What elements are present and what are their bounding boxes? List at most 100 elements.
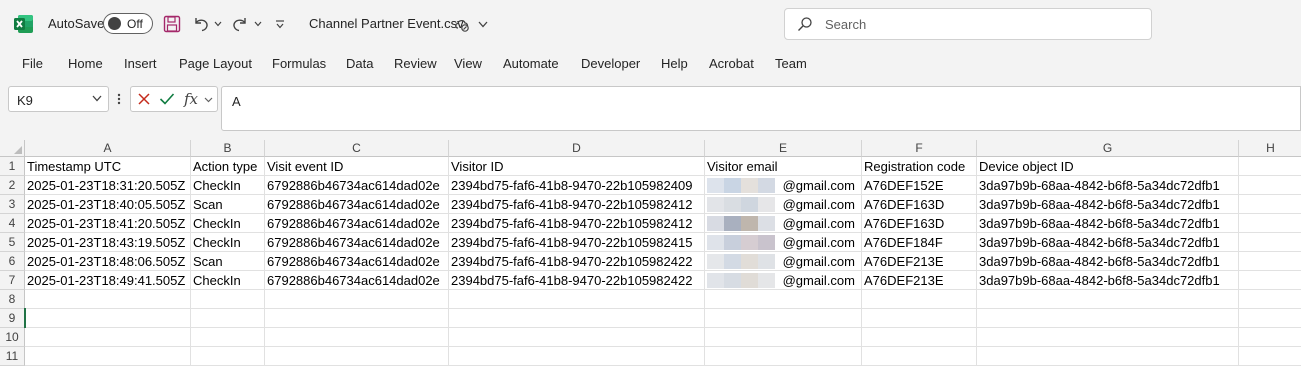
empty-cell[interactable]: [449, 290, 705, 309]
empty-cell[interactable]: [191, 328, 265, 347]
empty-cell[interactable]: [191, 290, 265, 309]
header-cell[interactable]: Registration code: [862, 157, 977, 176]
table-cell[interactable]: 2025-01-23T18:41:20.505Z: [25, 214, 191, 233]
table-cell[interactable]: 6792886b46734ac614dad02e: [265, 214, 449, 233]
tab-home[interactable]: Home: [68, 56, 103, 71]
search-box[interactable]: [784, 8, 1152, 40]
row-header[interactable]: 3: [0, 195, 25, 214]
header-cell[interactable]: Visit event ID: [265, 157, 449, 176]
empty-cell[interactable]: [191, 309, 265, 328]
empty-cell[interactable]: [449, 347, 705, 366]
table-cell[interactable]: 3da97b9b-68aa-4842-b6f8-5a34dc72dfb1: [977, 176, 1239, 195]
undo-dropdown-icon[interactable]: [214, 12, 222, 36]
table-cell[interactable]: Scan: [191, 195, 265, 214]
tab-help[interactable]: Help: [661, 56, 688, 71]
empty-cell[interactable]: [1239, 233, 1301, 252]
worksheet-grid[interactable]: A B C D E F G H 1 Timestamp UTC Action type Visit e…: [0, 140, 1301, 372]
empty-cell[interactable]: [265, 309, 449, 328]
tab-review[interactable]: Review: [394, 56, 437, 71]
tab-formulas[interactable]: Formulas: [272, 56, 326, 71]
header-cell[interactable]: Timestamp UTC: [25, 157, 191, 176]
table-cell[interactable]: 6792886b46734ac614dad02e: [265, 252, 449, 271]
table-cell[interactable]: 6792886b46734ac614dad02e: [265, 271, 449, 290]
empty-cell[interactable]: [1239, 214, 1301, 233]
empty-cell[interactable]: [705, 290, 862, 309]
column-header-a[interactable]: A: [25, 140, 191, 157]
row-header[interactable]: 7: [0, 271, 25, 290]
empty-cell[interactable]: [862, 290, 977, 309]
column-header-d[interactable]: D: [449, 140, 705, 157]
empty-cell[interactable]: [191, 347, 265, 366]
table-cell[interactable]: 2394bd75-faf6-41b8-9470-22b105982415: [449, 233, 705, 252]
table-cell[interactable]: 2025-01-23T18:49:41.505Z: [25, 271, 191, 290]
select-all-button[interactable]: [0, 140, 25, 157]
empty-cell[interactable]: [25, 347, 191, 366]
header-cell[interactable]: Visitor email: [705, 157, 862, 176]
empty-cell[interactable]: [1239, 309, 1301, 328]
empty-cell[interactable]: [265, 290, 449, 309]
table-cell[interactable]: 2025-01-23T18:40:05.505Z: [25, 195, 191, 214]
empty-cell[interactable]: [1239, 290, 1301, 309]
empty-cell[interactable]: [977, 290, 1239, 309]
column-header-b[interactable]: B: [191, 140, 265, 157]
table-cell[interactable]: @gmail.com: [705, 176, 862, 195]
empty-cell[interactable]: [1239, 157, 1301, 176]
title-dropdown-icon[interactable]: [478, 12, 488, 36]
table-cell[interactable]: @gmail.com: [705, 271, 862, 290]
table-cell[interactable]: 2394bd75-faf6-41b8-9470-22b105982422: [449, 252, 705, 271]
tab-team[interactable]: Team: [775, 56, 807, 71]
fx-dropdown-icon[interactable]: [204, 97, 213, 103]
tab-page-layout[interactable]: Page Layout: [179, 56, 252, 71]
empty-cell[interactable]: [705, 328, 862, 347]
table-cell[interactable]: A76DEF184F: [862, 233, 977, 252]
header-cell[interactable]: Device object ID: [977, 157, 1239, 176]
table-cell[interactable]: 2394bd75-faf6-41b8-9470-22b105982409: [449, 176, 705, 195]
empty-cell[interactable]: [862, 328, 977, 347]
empty-cell[interactable]: [977, 347, 1239, 366]
tab-file[interactable]: File: [22, 56, 43, 71]
table-cell[interactable]: 2394bd75-faf6-41b8-9470-22b105982412: [449, 195, 705, 214]
table-cell[interactable]: 6792886b46734ac614dad02e: [265, 195, 449, 214]
row-header[interactable]: 11: [0, 347, 25, 366]
table-cell[interactable]: 2025-01-23T18:48:06.505Z: [25, 252, 191, 271]
enter-check-icon[interactable]: [159, 92, 175, 106]
redo-dropdown-icon[interactable]: [254, 12, 262, 36]
empty-cell[interactable]: [265, 347, 449, 366]
tab-insert[interactable]: Insert: [124, 56, 157, 71]
row-header[interactable]: 2: [0, 176, 25, 195]
empty-cell[interactable]: [1239, 252, 1301, 271]
table-cell[interactable]: 3da97b9b-68aa-4842-b6f8-5a34dc72dfb1: [977, 252, 1239, 271]
table-cell[interactable]: 3da97b9b-68aa-4842-b6f8-5a34dc72dfb1: [977, 214, 1239, 233]
table-cell[interactable]: CheckIn: [191, 214, 265, 233]
empty-cell[interactable]: [25, 328, 191, 347]
empty-cell[interactable]: [862, 309, 977, 328]
empty-cell[interactable]: [1239, 176, 1301, 195]
table-cell[interactable]: 2394bd75-faf6-41b8-9470-22b105982422: [449, 271, 705, 290]
empty-cell[interactable]: [705, 309, 862, 328]
table-cell[interactable]: @gmail.com: [705, 195, 862, 214]
empty-cell[interactable]: [25, 309, 191, 328]
table-cell[interactable]: 3da97b9b-68aa-4842-b6f8-5a34dc72dfb1: [977, 195, 1239, 214]
tab-developer[interactable]: Developer: [581, 56, 640, 71]
empty-cell[interactable]: [25, 290, 191, 309]
row-header[interactable]: 1: [0, 157, 25, 176]
table-cell[interactable]: 6792886b46734ac614dad02e: [265, 233, 449, 252]
row-header[interactable]: 8: [0, 290, 25, 309]
column-header-e[interactable]: E: [705, 140, 862, 157]
autosave-toggle[interactable]: Off: [103, 13, 153, 34]
chevron-down-icon[interactable]: [92, 95, 102, 102]
table-cell[interactable]: 6792886b46734ac614dad02e: [265, 176, 449, 195]
table-cell[interactable]: @gmail.com: [705, 233, 862, 252]
tab-acrobat[interactable]: Acrobat: [709, 56, 754, 71]
column-header-f[interactable]: F: [862, 140, 977, 157]
row-header[interactable]: 5: [0, 233, 25, 252]
column-header-g[interactable]: G: [977, 140, 1239, 157]
column-header-h[interactable]: H: [1239, 140, 1301, 157]
cloud-sync-icon[interactable]: [453, 12, 471, 36]
empty-cell[interactable]: [1239, 328, 1301, 347]
row-header[interactable]: 9: [0, 309, 25, 328]
redo-icon[interactable]: [231, 12, 249, 36]
table-cell[interactable]: A76DEF213E: [862, 271, 977, 290]
header-cell[interactable]: Visitor ID: [449, 157, 705, 176]
row-header[interactable]: 10: [0, 328, 25, 347]
